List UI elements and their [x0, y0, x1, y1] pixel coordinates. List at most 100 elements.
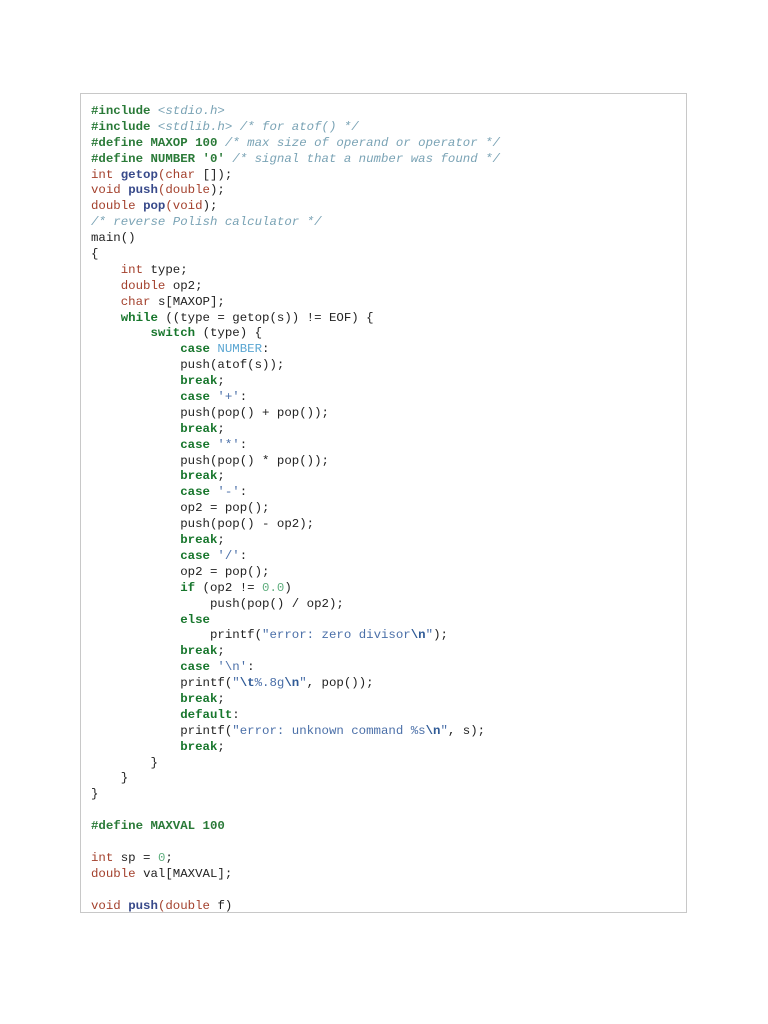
code-line: case NUMBER: — [91, 342, 500, 358]
code-token: '-' — [217, 485, 240, 500]
code-token: " — [440, 723, 448, 738]
code-token: while — [120, 310, 166, 325]
code-token: (op2 != — [202, 580, 263, 595]
code-line: case '-': — [91, 485, 500, 501]
code-token: ; — [217, 469, 225, 484]
code-token: #define MAXVAL 100 — [91, 819, 225, 834]
code-line: push(pop() - op2); — [91, 517, 500, 533]
code-token: { — [91, 247, 99, 262]
code-token: "error: zero divisor — [262, 628, 411, 643]
code-line: #define MAXOP 100 /* max size of operand… — [91, 136, 500, 152]
code-token: case — [180, 485, 218, 500]
code-token: ; — [217, 374, 225, 389]
code-line: int type; — [91, 263, 500, 279]
code-token: type; — [150, 262, 188, 277]
code-line: int getop(char []); — [91, 168, 500, 184]
code-line: op2 = pop(); — [91, 565, 500, 581]
code-line: break; — [91, 469, 500, 485]
code-line: break; — [91, 533, 500, 549]
code-token: (void — [165, 199, 203, 214]
code-token: ; — [217, 644, 225, 659]
code-token: ; — [217, 533, 225, 548]
code-token: : — [239, 548, 248, 563]
code-token: ); — [210, 183, 225, 198]
code-line: } — [91, 771, 500, 787]
code-line: double op2; — [91, 279, 500, 295]
code-line: break; — [91, 422, 500, 438]
code-token: : — [239, 437, 248, 452]
code-token: : — [247, 660, 255, 675]
code-token: void — [91, 898, 129, 913]
code-token: break — [180, 421, 218, 436]
code-token: <stdio.h> — [157, 104, 225, 118]
code-line: printf("error: zero divisor\n"); — [91, 628, 500, 644]
code-token: push(atof(s)); — [91, 358, 285, 373]
code-line: #define NUMBER '0' /* signal that a numb… — [91, 152, 500, 168]
code-line: while ((type = getop(s)) != EOF) { — [91, 311, 500, 327]
code-token: ) — [284, 580, 292, 595]
code-token: default — [180, 707, 233, 722]
code-line: push(atof(s)); — [91, 358, 500, 374]
code-token: ; — [165, 850, 173, 865]
code-token: op2 = pop(); — [91, 501, 270, 516]
code-line: int sp = 0; — [91, 851, 500, 867]
code-line: #include <stdio.h> — [91, 104, 500, 120]
code-token: sp = — [120, 850, 158, 865]
code-token: #define NUMBER '0' — [91, 151, 233, 166]
code-token: push(pop() + pop()); — [91, 405, 329, 420]
code-token: push — [128, 898, 158, 913]
code-token: break — [180, 644, 218, 659]
code-token: else — [180, 612, 210, 627]
code-token: " — [425, 628, 434, 643]
code-token: } — [91, 787, 99, 802]
code-line: break; — [91, 374, 500, 390]
code-token: []); — [202, 167, 233, 182]
code-token: /* signal that a number was found */ — [232, 151, 500, 166]
code-token: break — [180, 469, 218, 484]
code-token: void — [91, 183, 129, 198]
code-token: int — [91, 850, 121, 865]
code-token: } — [91, 755, 158, 770]
code-token: #include — [91, 119, 158, 134]
code-token: pop — [143, 199, 166, 214]
code-token: case — [180, 548, 218, 563]
code-line: #define MAXVAL 100 — [91, 819, 500, 835]
code-token: #include — [91, 104, 158, 118]
code-token: (type) { — [202, 326, 263, 341]
code-token: op2 = pop(); — [91, 564, 270, 579]
code-line: case '+': — [91, 390, 500, 406]
code-line: void push(double); — [91, 183, 500, 199]
code-token: case — [180, 390, 218, 405]
code-line: op2 = pop(); — [91, 501, 500, 517]
code-line: push(pop() * pop()); — [91, 454, 500, 470]
code-token: printf( — [91, 723, 233, 738]
code-line: if (op2 != 0.0) — [91, 581, 500, 597]
code-line: printf("\t%.8g\n", pop()); — [91, 676, 500, 692]
code-line: default: — [91, 708, 500, 724]
code-token: s[MAXOP]; — [157, 294, 225, 309]
code-token: '\n' — [217, 660, 248, 675]
code-token: char — [120, 294, 158, 309]
code-viewer: #include <stdio.h> #include <stdlib.h> /*… — [80, 93, 687, 913]
code-token: } — [91, 771, 129, 786]
code-token: /* reverse Polish calculator */ — [91, 215, 322, 230]
code-token: main() — [91, 231, 136, 246]
code-token: op2; — [172, 278, 203, 293]
code-token: int — [120, 262, 151, 277]
code-token: break — [180, 739, 218, 754]
code-line: case '/': — [91, 549, 500, 565]
code-token: ; — [217, 691, 225, 706]
code-token: '*' — [217, 437, 240, 452]
code-line: switch (type) { — [91, 326, 500, 342]
code-line: } — [91, 756, 500, 772]
